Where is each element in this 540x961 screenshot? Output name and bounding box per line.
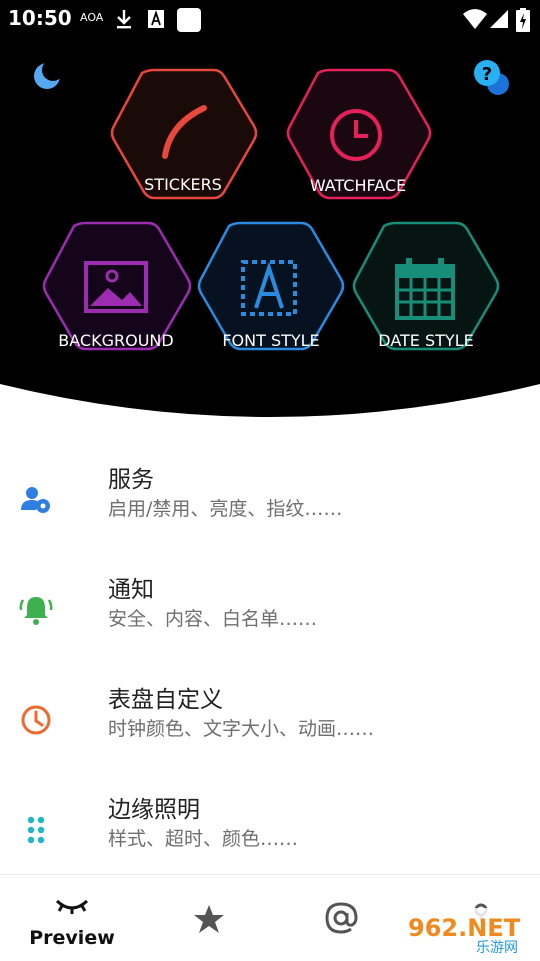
date-style-label: DATE STYLE — [378, 331, 473, 350]
watermark-sub-text: 乐游网 — [476, 940, 518, 956]
nav-mentions[interactable] — [270, 875, 405, 961]
status-bar: 10:50 AOA — [0, 0, 540, 36]
battery-charging-icon — [516, 8, 530, 32]
menu-item-subtitle: 安全、内容、白名单…… — [108, 608, 318, 630]
nav-preview-label: Preview — [29, 927, 115, 949]
menu-item-subtitle: 样式、超时、颜色…… — [108, 828, 299, 850]
app-notification-icon — [177, 8, 201, 32]
menu-item-subtitle: 时钟颜色、文字大小、动画…… — [108, 718, 375, 740]
background-label: BACKGROUND — [58, 331, 173, 350]
clock-outline-icon — [21, 705, 51, 735]
menu-item-subtitle: 启用/禁用、亮度、指纹…… — [108, 498, 343, 520]
status-time: 10:50 — [8, 6, 72, 30]
menu-item-watchface-custom[interactable]: 表盘自定义 时钟颜色、文字大小、动画…… — [0, 680, 540, 790]
star-icon — [194, 905, 224, 933]
watchface-label: WATCHFACE — [310, 176, 406, 195]
eye-closed-icon — [55, 899, 89, 914]
menu-item-title: 通知 — [108, 577, 154, 603]
menu-item-title: 边缘照明 — [108, 797, 200, 823]
watermark-main-text: 962.NET — [408, 914, 521, 942]
signal-icon — [490, 10, 508, 28]
svg-text:?: ? — [482, 64, 492, 85]
menu-item-notifications[interactable]: 通知 安全、内容、白名单…… — [0, 570, 540, 680]
stickers-label: STICKERS — [144, 175, 222, 194]
customization-hero: ? STICKERS WATCHFACE BACKGROUND FONT STY… — [0, 36, 540, 426]
nav-preview[interactable]: Preview — [0, 875, 135, 961]
bell-icon — [19, 597, 53, 625]
menu-item-title: 表盘自定义 — [108, 687, 223, 713]
user-settings-icon — [21, 487, 50, 513]
dots-grid-icon — [27, 816, 45, 844]
wifi-icon — [463, 9, 487, 29]
download-icon — [117, 10, 131, 29]
site-watermark-logo: 962.NET 乐游网 — [402, 908, 534, 956]
nav-favorites[interactable] — [135, 875, 270, 961]
font-notification-icon — [148, 10, 164, 28]
status-aoa-label: AOA — [80, 11, 104, 24]
at-icon — [325, 902, 358, 934]
font-style-label: FONT STYLE — [222, 331, 319, 350]
menu-item-services[interactable]: 服务 启用/禁用、亮度、指纹…… — [0, 460, 540, 570]
menu-item-title: 服务 — [108, 467, 154, 493]
